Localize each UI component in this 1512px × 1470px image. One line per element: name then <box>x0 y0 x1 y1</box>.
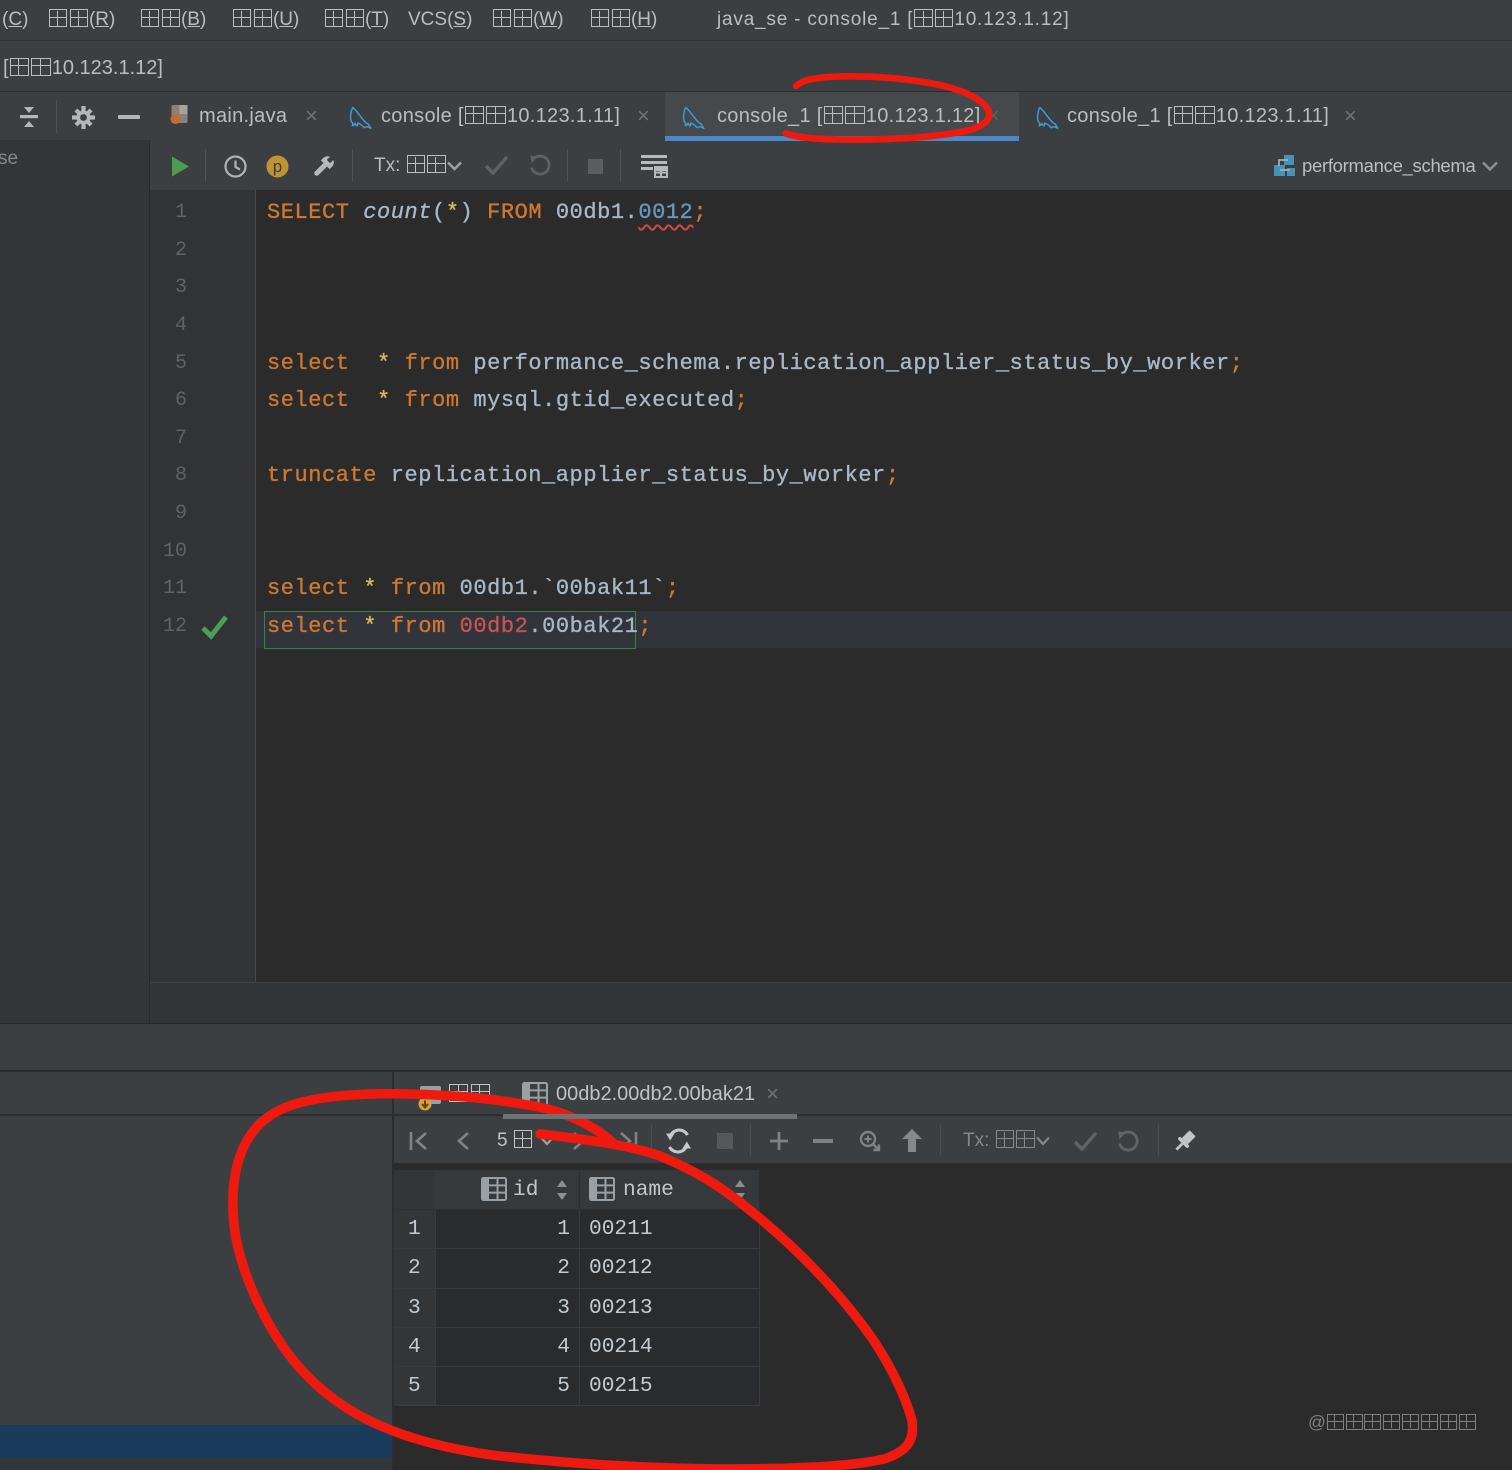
svg-text:p: p <box>272 159 282 178</box>
